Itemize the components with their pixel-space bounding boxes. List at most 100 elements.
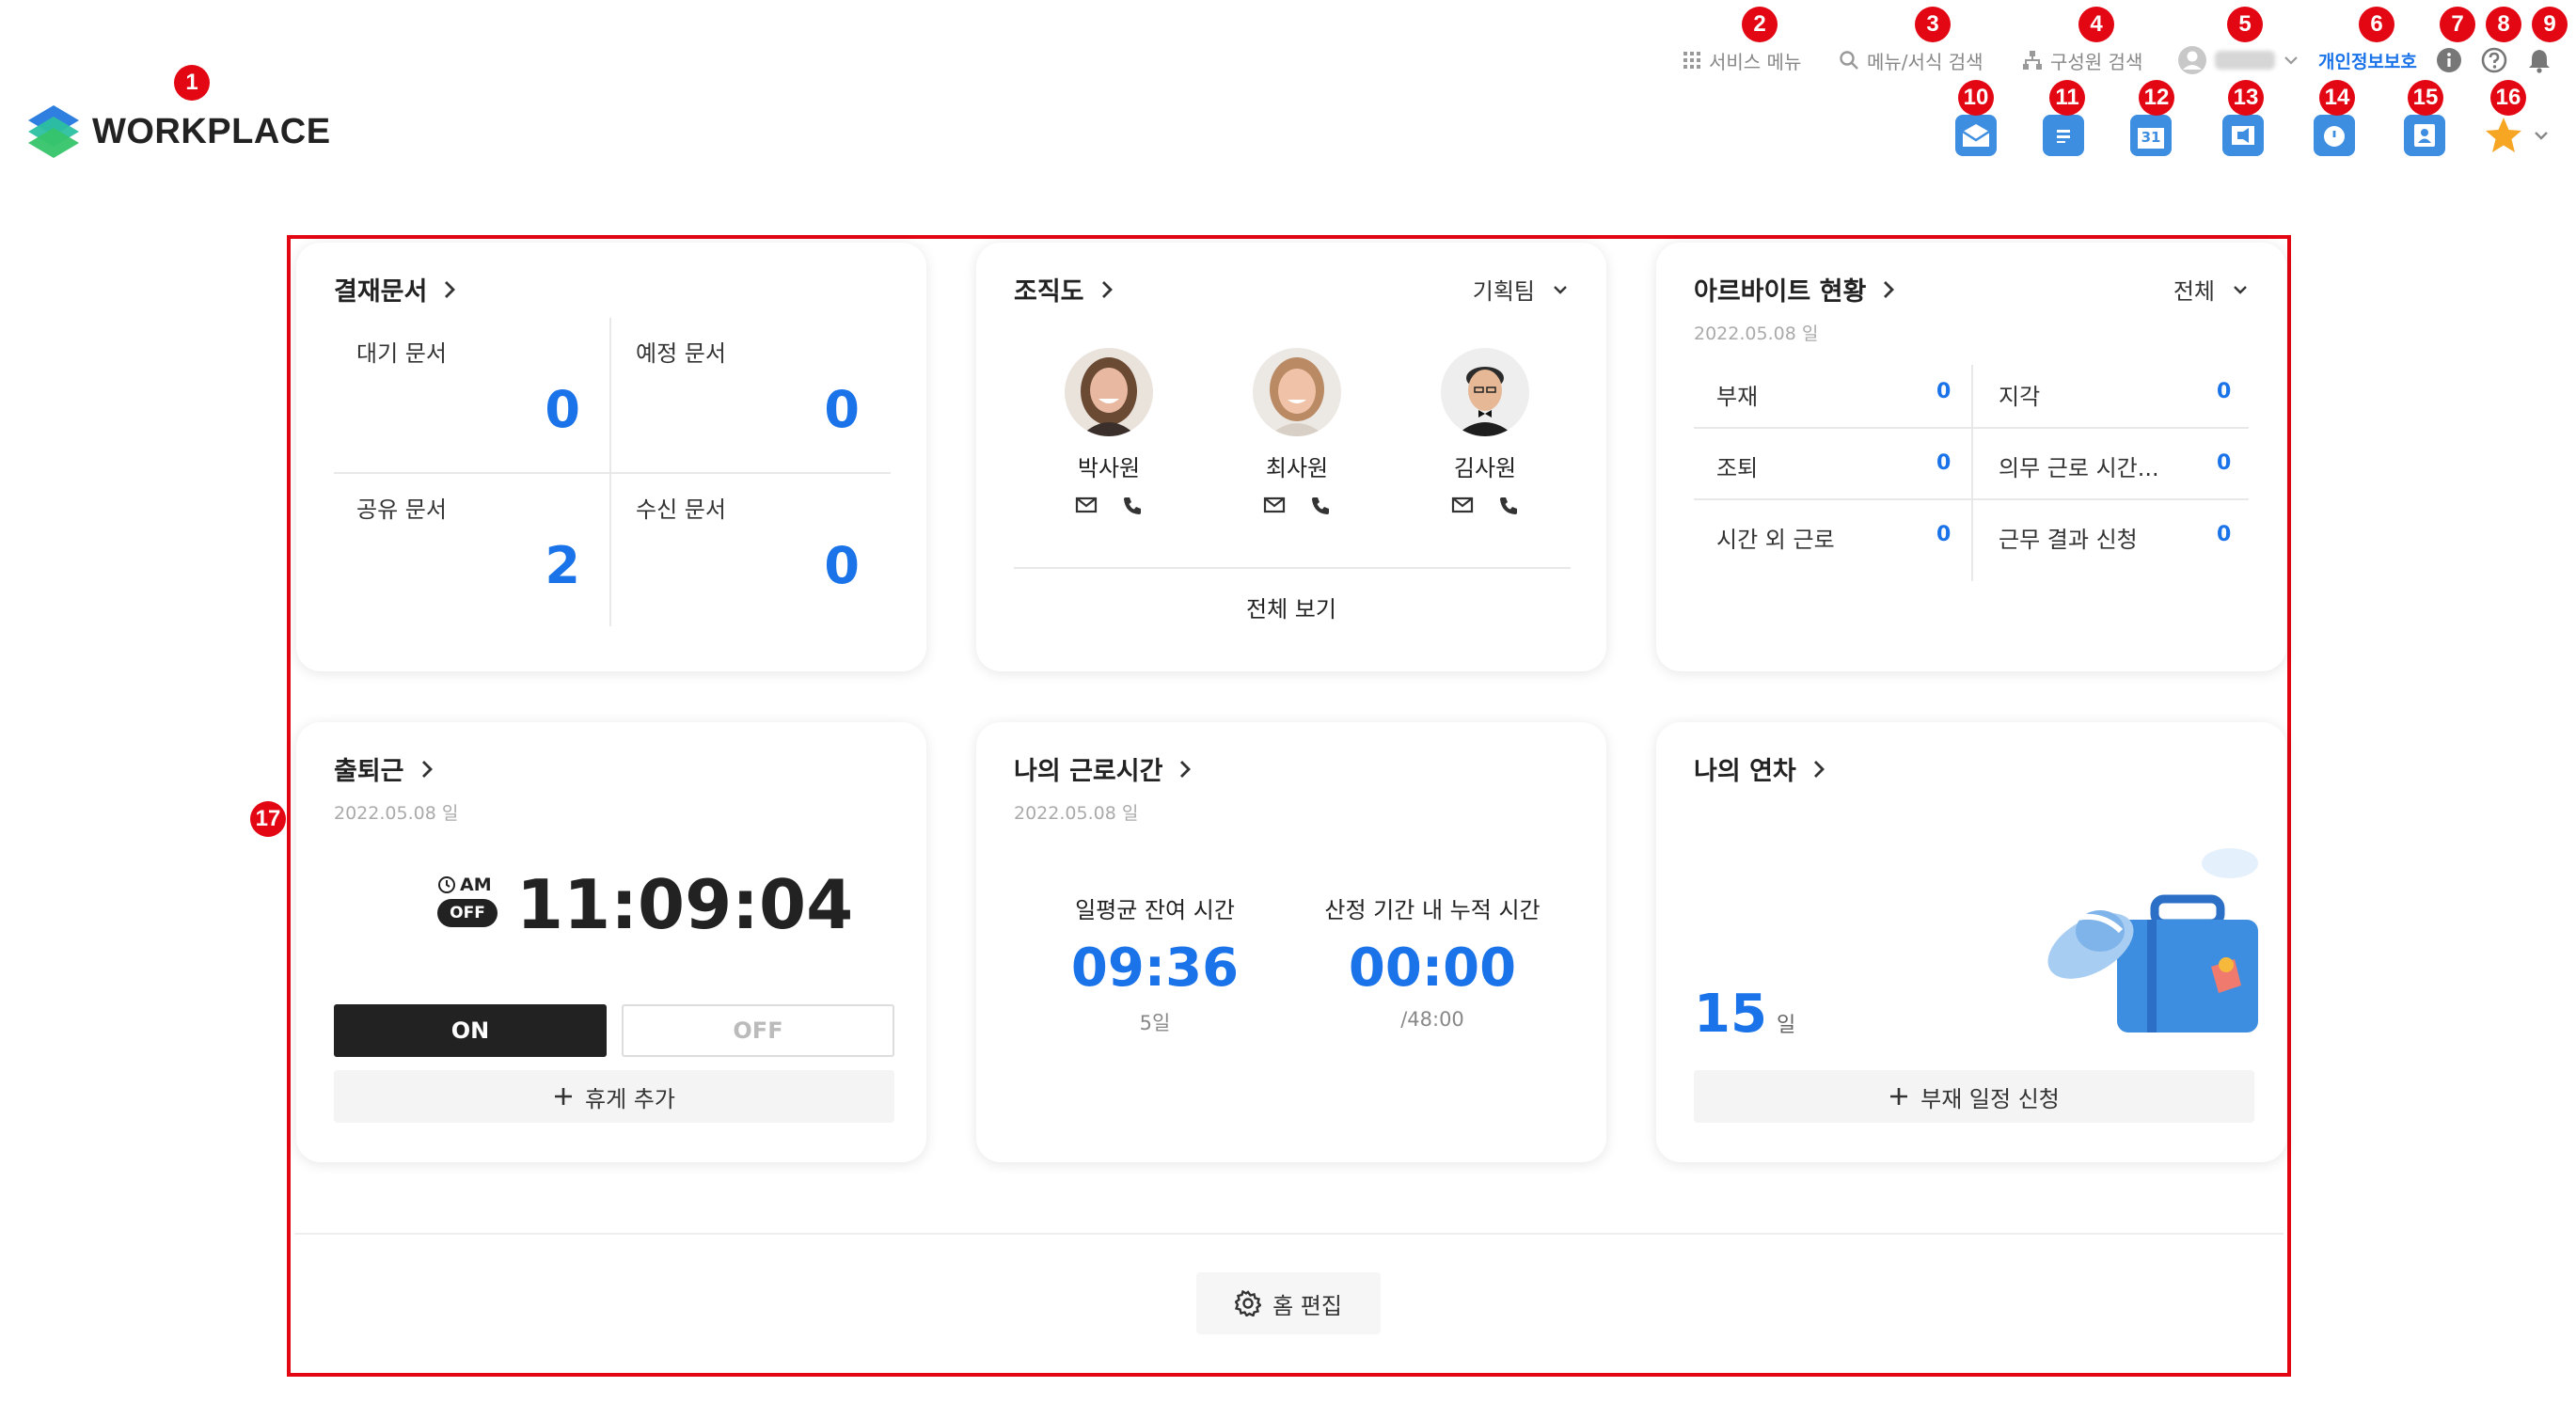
alba-row-label[interactable]: 지각 bbox=[1999, 378, 2040, 411]
chevron-right-icon bbox=[1180, 760, 1192, 778]
person-name: 박사원 bbox=[1077, 455, 1141, 481]
marker: 1 bbox=[174, 65, 210, 101]
ampm-label: AM bbox=[460, 875, 492, 895]
clock-app-button[interactable] bbox=[2314, 115, 2355, 156]
leave-title-link[interactable]: 나의 연차 bbox=[1694, 750, 1826, 787]
org-view-all-link[interactable]: 전체 보기 bbox=[976, 591, 1606, 623]
alba-row-label[interactable]: 조퇴 bbox=[1716, 449, 1758, 482]
user-profile-button[interactable] bbox=[2177, 41, 2299, 79]
org-person[interactable]: 최사원 bbox=[1222, 348, 1372, 516]
org-person[interactable]: 김사원 bbox=[1410, 348, 1560, 516]
member-search-button[interactable]: 구성원 검색 bbox=[2022, 41, 2142, 79]
marker: 3 bbox=[1915, 7, 1951, 42]
alba-row-label[interactable]: 근무 결과 신청 bbox=[1999, 521, 2138, 554]
alba-row-label[interactable]: 시간 외 근로 bbox=[1716, 521, 1835, 554]
board-icon bbox=[2053, 125, 2074, 146]
add-break-button[interactable]: 휴게 추가 bbox=[334, 1070, 894, 1123]
attendance-date: 2022.05.08 일 bbox=[334, 803, 459, 824]
alba-title: 아르바이트 현황 bbox=[1694, 277, 1867, 307]
mail-icon[interactable] bbox=[1263, 496, 1286, 514]
person-name: 김사원 bbox=[1453, 455, 1517, 481]
contacts-icon bbox=[2414, 124, 2435, 147]
calendar-app-button[interactable]: 31 bbox=[2130, 115, 2172, 156]
notice-app-button[interactable] bbox=[2222, 115, 2264, 156]
person-name: 최사원 bbox=[1265, 455, 1329, 481]
alba-row-label[interactable]: 부재 bbox=[1716, 378, 1758, 411]
marker: 10 bbox=[1958, 80, 1994, 116]
approval-cell-value: 0 bbox=[545, 380, 580, 439]
avg-remaining-label: 일평균 잔여 시간 bbox=[1075, 897, 1235, 923]
apply-absence-button[interactable]: 부재 일정 신청 bbox=[1694, 1070, 2254, 1123]
approval-cell[interactable]: 대기 문서 0 bbox=[332, 318, 610, 472]
alba-row-value[interactable]: 0 bbox=[2217, 451, 2231, 475]
contacts-app-button[interactable] bbox=[2404, 115, 2445, 156]
info-button[interactable] bbox=[2436, 41, 2462, 79]
avg-remaining-block: 일평균 잔여 시간 09:36 5일 bbox=[1033, 891, 1277, 1036]
approval-title: 결재문서 bbox=[334, 277, 428, 307]
approval-card: 결재문서 대기 문서 0 예정 문서 0 공유 문서 2 수신 문서 0 bbox=[296, 243, 926, 671]
accumulated-value: 00:00 bbox=[1348, 938, 1517, 999]
check-in-button[interactable]: ON bbox=[334, 1004, 607, 1057]
approval-title-link[interactable]: 결재문서 bbox=[334, 271, 457, 307]
alba-row-value[interactable]: 0 bbox=[1936, 451, 1951, 475]
accumulated-sub: /48:00 bbox=[1400, 1008, 1464, 1031]
status-badge: OFF bbox=[437, 899, 498, 927]
attendance-status: AM OFF bbox=[437, 875, 503, 927]
plus-icon bbox=[555, 1088, 573, 1105]
mail-icon[interactable] bbox=[1075, 496, 1098, 514]
favorites-button[interactable] bbox=[2483, 117, 2551, 154]
worktime-title-link[interactable]: 나의 근로시간 bbox=[1014, 750, 1193, 787]
search-icon bbox=[1840, 51, 1858, 70]
approval-cell[interactable]: 공유 문서 2 bbox=[332, 474, 610, 628]
alba-row-value[interactable]: 0 bbox=[2217, 380, 2231, 403]
attendance-title-link[interactable]: 출퇴근 bbox=[334, 750, 435, 787]
phone-icon[interactable] bbox=[1310, 496, 1331, 516]
alba-divider-h bbox=[1694, 427, 2249, 429]
org-card: 조직도 기획팀 박사원 최사원 김사원 전체 보기 bbox=[976, 243, 1606, 671]
alba-card: 아르바이트 현황 2022.05.08 일 전체 부재 0 지각 0 조퇴 0 … bbox=[1656, 243, 2286, 671]
org-title-link[interactable]: 조직도 bbox=[1014, 271, 1114, 307]
alba-row-value[interactable]: 0 bbox=[1936, 523, 1951, 546]
menu-search-label: 메뉴/서식 검색 bbox=[1867, 50, 1983, 73]
notification-button[interactable] bbox=[2526, 41, 2552, 79]
alba-row-value[interactable]: 0 bbox=[2217, 523, 2231, 546]
help-button[interactable] bbox=[2481, 41, 2507, 79]
board-app-button[interactable] bbox=[2043, 115, 2084, 156]
privacy-link[interactable]: 개인정보보호 bbox=[2318, 41, 2417, 79]
team-select[interactable]: 기획팀 bbox=[1473, 273, 1569, 306]
marker: 14 bbox=[2319, 80, 2355, 116]
mail-icon[interactable] bbox=[1451, 496, 1474, 514]
mail-app-button[interactable] bbox=[1955, 115, 1997, 156]
marker: 8 bbox=[2486, 7, 2521, 42]
alba-filter-select[interactable]: 전체 bbox=[2173, 273, 2249, 306]
privacy-label: 개인정보보호 bbox=[2318, 51, 2417, 72]
approval-cell[interactable]: 예정 문서 0 bbox=[611, 318, 890, 472]
phone-icon[interactable] bbox=[1498, 496, 1519, 516]
dashboard: 결재문서 대기 문서 0 예정 문서 0 공유 문서 2 수신 문서 0 조직도… bbox=[294, 243, 2286, 1369]
user-avatar-icon bbox=[2178, 46, 2206, 74]
menu-search-button[interactable]: 메뉴/서식 검색 bbox=[1839, 41, 1983, 79]
approval-cell-value: 0 bbox=[824, 536, 860, 595]
edit-home-button[interactable]: 홈 편집 bbox=[1196, 1272, 1381, 1334]
phone-icon[interactable] bbox=[1122, 496, 1143, 516]
org-person[interactable]: 박사원 bbox=[1034, 348, 1184, 516]
worktime-title: 나의 근로시간 bbox=[1014, 757, 1163, 786]
marker: 9 bbox=[2532, 7, 2568, 42]
alba-row-value[interactable]: 0 bbox=[1936, 380, 1951, 403]
service-menu-button[interactable]: 서비스 메뉴 bbox=[1683, 41, 1801, 79]
org-tree-icon bbox=[2023, 51, 2042, 70]
attendance-title: 출퇴근 bbox=[334, 757, 404, 786]
bell-icon bbox=[2529, 50, 2550, 73]
leave-days-value: 15 bbox=[1694, 984, 1767, 1045]
alba-title-link[interactable]: 아르바이트 현황 bbox=[1694, 271, 1896, 307]
alba-row-label[interactable]: 의무 근로 시간... bbox=[1999, 449, 2159, 482]
marker: 12 bbox=[2139, 80, 2174, 116]
approval-cell-label: 공유 문서 bbox=[356, 497, 447, 523]
chevron-right-icon bbox=[1884, 280, 1895, 298]
logo[interactable]: WORKPLACE bbox=[26, 103, 331, 160]
chevron-right-icon bbox=[1813, 760, 1825, 778]
approval-cell[interactable]: 수신 문서 0 bbox=[611, 474, 890, 628]
check-out-button[interactable]: OFF bbox=[622, 1004, 894, 1057]
avg-remaining-sub: 5일 bbox=[1139, 1012, 1171, 1034]
avg-remaining-value: 09:36 bbox=[1070, 938, 1240, 999]
